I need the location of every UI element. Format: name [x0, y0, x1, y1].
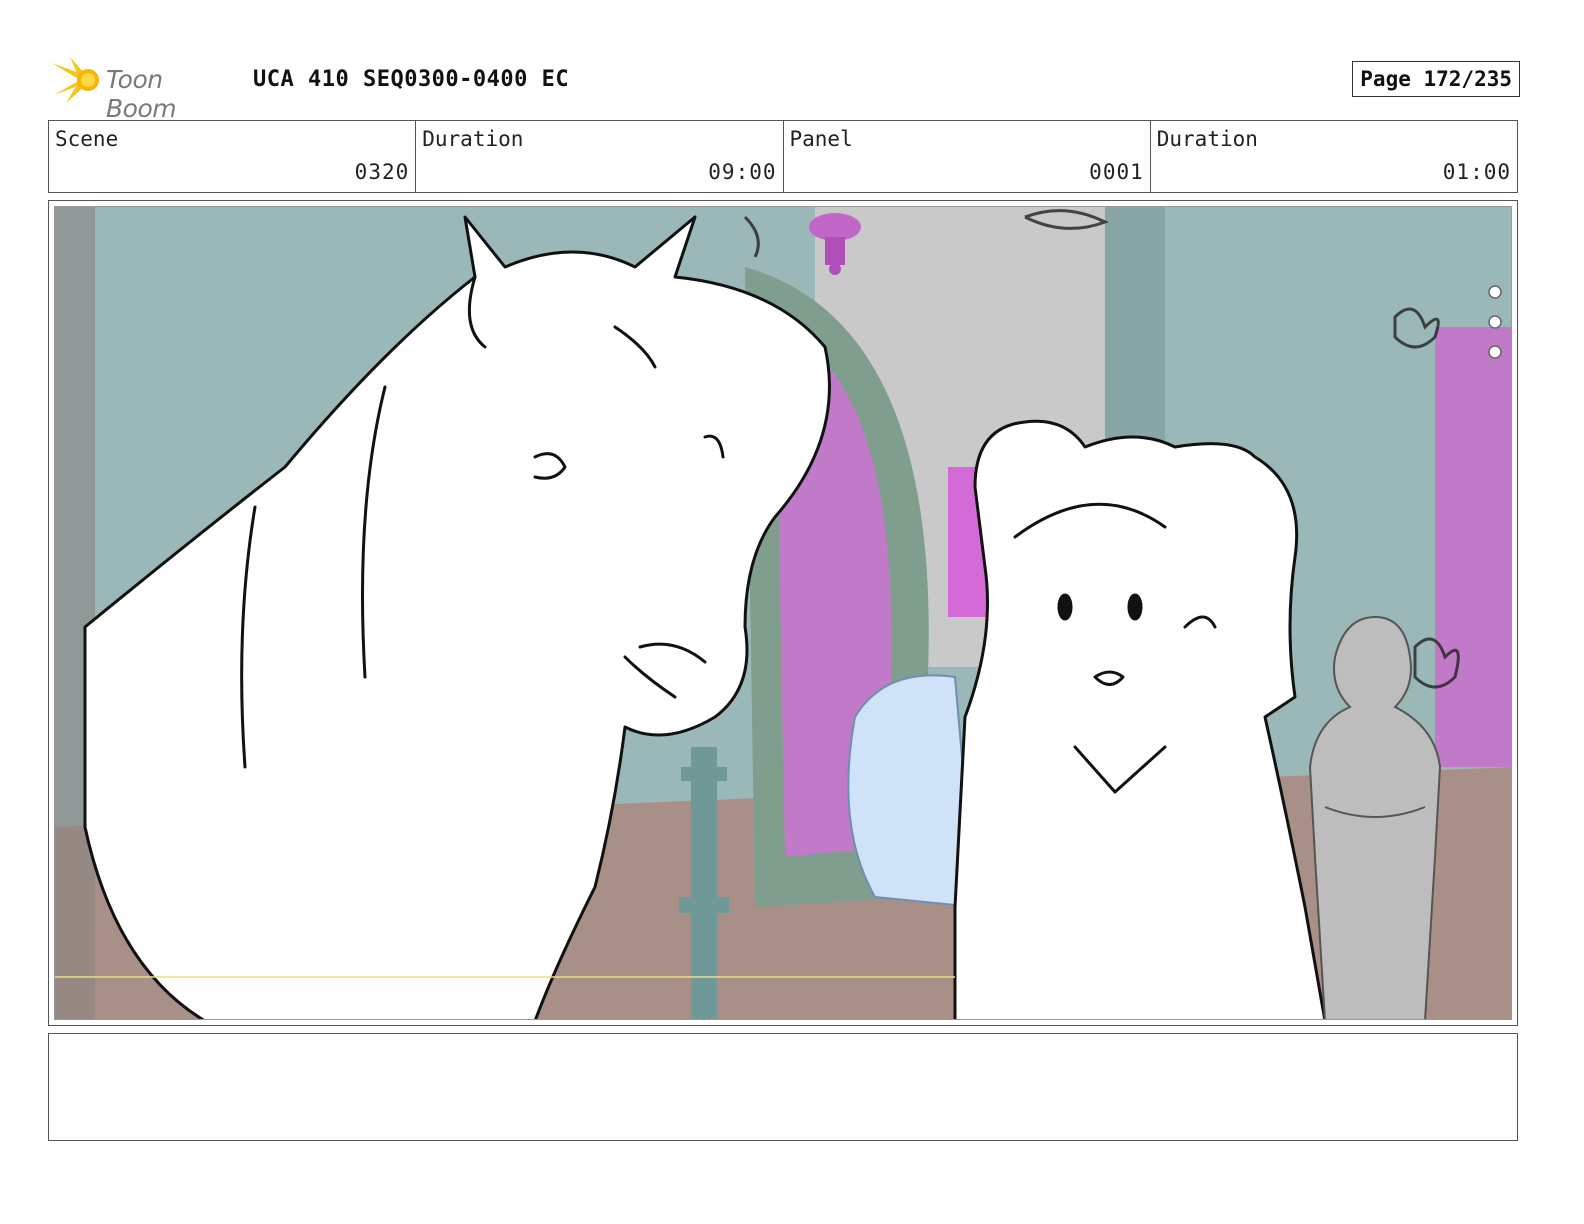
- panel-label: Panel: [789, 127, 853, 151]
- panel-artwork: [54, 206, 1512, 1020]
- scene-cell: Scene 0320: [49, 121, 417, 192]
- logo-wordmark: Toon Boom: [106, 65, 177, 123]
- scene-duration-value: 09:00: [708, 160, 777, 184]
- view-tool-icons: [1488, 285, 1502, 359]
- scene-duration-label: Duration: [422, 127, 524, 151]
- toon-boom-logo: Toon Boom: [50, 55, 240, 123]
- panel-value: 0001: [1089, 160, 1144, 184]
- storyboard-panel: [48, 200, 1518, 1026]
- right-magenta-panel: [1435, 327, 1511, 767]
- panel-duration-cell: Duration 01:00: [1151, 121, 1517, 192]
- document-title: UCA 410 SEQ0300-0400 EC: [253, 67, 570, 92]
- panel-cell: Panel 0001: [784, 121, 1151, 192]
- sketch-illustration: [55, 207, 1511, 1019]
- scene-info-table: Scene 0320 Duration 09:00 Panel 0001 Dur…: [48, 120, 1518, 193]
- scene-value: 0320: [354, 160, 410, 184]
- scene-label: Scene: [55, 127, 119, 151]
- page-number-box: Page 172/235: [1352, 61, 1520, 97]
- panel-duration-value: 01:00: [1442, 160, 1511, 184]
- panel-notes-box: [48, 1033, 1518, 1141]
- storyboard-header: Toon Boom UCA 410 SEQ0300-0400 EC Page 1…: [50, 55, 1538, 123]
- sunburst-icon: [50, 57, 99, 103]
- left-wall-edge: [55, 207, 95, 1019]
- scene-duration-cell: Duration 09:00: [416, 121, 784, 192]
- panel-duration-label: Duration: [1156, 127, 1258, 151]
